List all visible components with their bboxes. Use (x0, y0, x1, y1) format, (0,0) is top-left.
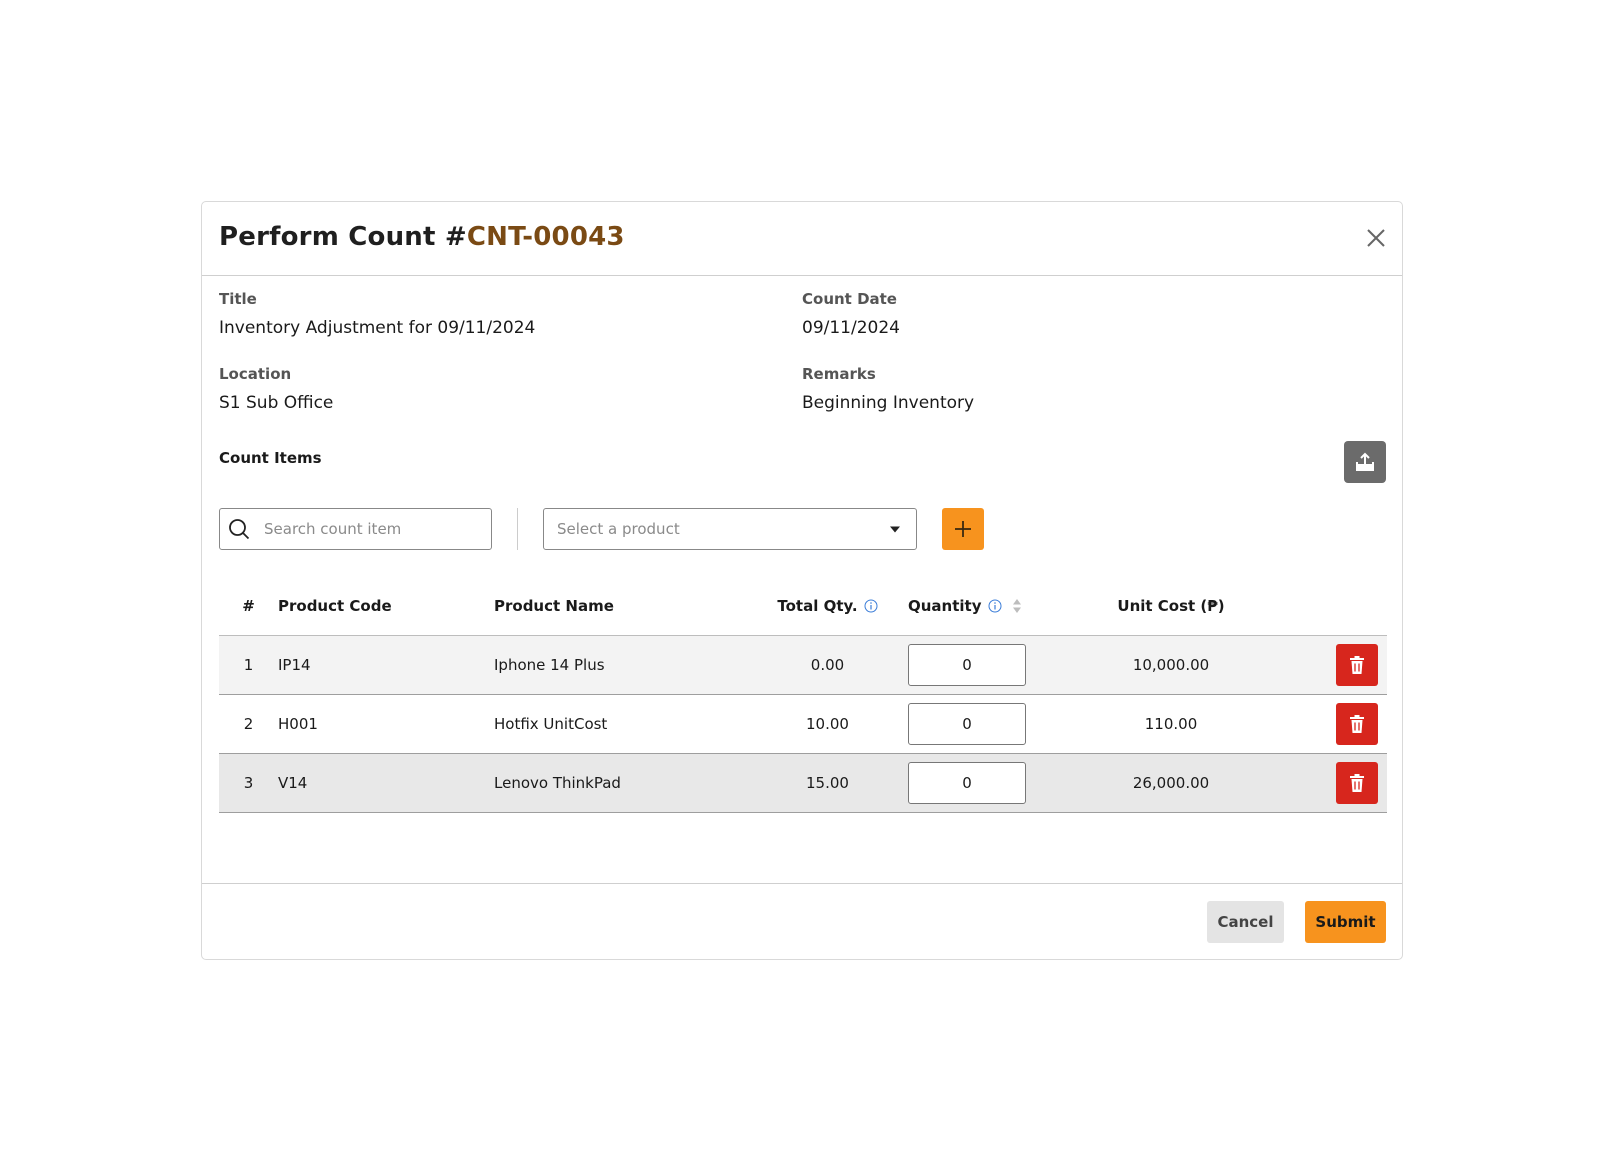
table-row: 3 V14 Lenovo ThinkPad 15.00 26,000.00 (219, 753, 1387, 813)
modal-title-prefix: Perform Count # (219, 222, 467, 252)
delete-row-button[interactable] (1336, 762, 1378, 804)
row-product-name: Lenovo ThinkPad (494, 753, 747, 813)
count-items-title: Count Items (219, 449, 322, 467)
submit-button[interactable]: Submit (1305, 901, 1386, 943)
row-total-qty: 0.00 (747, 635, 908, 695)
table-row: 1 IP14 Iphone 14 Plus 0.00 10,000.00 (219, 635, 1387, 695)
count-date-label: Count Date (802, 290, 897, 308)
col-product-name: Product Name (494, 576, 747, 636)
quantity-input[interactable] (908, 703, 1026, 745)
title-label: Title (219, 290, 257, 308)
count-date-field: Count Date 09/11/2024 (802, 290, 900, 338)
modal-title: Perform Count #CNT-00043 (219, 222, 625, 252)
col-total-qty-label: Total Qty. (777, 596, 858, 615)
location-field: Location S1 Sub Office (219, 365, 333, 413)
col-total-qty: Total Qty. (747, 576, 908, 636)
row-num: 3 (219, 753, 278, 813)
info-icon[interactable] (988, 599, 1002, 613)
col-num: # (219, 576, 278, 636)
row-product-code: V14 (278, 753, 494, 813)
close-icon (1367, 229, 1385, 247)
modal-footer: Cancel Submit (202, 883, 1402, 960)
sort-icon[interactable] (1012, 598, 1022, 614)
product-select[interactable]: Select a product (543, 508, 917, 550)
upload-icon (1356, 452, 1374, 471)
row-total-qty: 10.00 (747, 694, 908, 754)
title-field: Title Inventory Adjustment for 09/11/202… (219, 290, 535, 338)
row-total-qty: 15.00 (747, 753, 908, 813)
remarks-label: Remarks (802, 365, 876, 383)
plus-icon (955, 521, 971, 537)
remarks-field: Remarks Beginning Inventory (802, 365, 974, 413)
search-icon (229, 519, 250, 540)
search-input[interactable] (262, 519, 466, 539)
upload-button[interactable] (1344, 441, 1386, 483)
row-product-code: IP14 (278, 635, 494, 695)
row-quantity-cell (908, 694, 1085, 754)
row-actions (1257, 753, 1387, 813)
location-label: Location (219, 365, 292, 383)
row-product-code: H001 (278, 694, 494, 754)
row-product-name: Hotfix UnitCost (494, 694, 747, 754)
cancel-button[interactable]: Cancel (1207, 901, 1284, 943)
trash-icon (1350, 656, 1364, 674)
info-icon[interactable] (864, 599, 878, 613)
delete-row-button[interactable] (1336, 644, 1378, 686)
row-unit-cost: 10,000.00 (1085, 635, 1257, 695)
row-num: 1 (219, 635, 278, 695)
quantity-input[interactable] (908, 762, 1026, 804)
title-value: Inventory Adjustment for 09/11/2024 (219, 318, 536, 338)
perform-count-modal: Perform Count #CNT-00043 Title Inventory… (201, 201, 1403, 960)
count-items-table: # Product Code Product Name Total Qty. Q… (219, 576, 1387, 813)
count-date-value: 09/11/2024 (802, 318, 900, 338)
remarks-value: Beginning Inventory (802, 393, 975, 413)
row-quantity-cell (908, 635, 1085, 695)
col-quantity: Quantity (908, 576, 1085, 636)
modal-header: Perform Count #CNT-00043 (202, 202, 1402, 276)
row-unit-cost: 26,000.00 (1085, 753, 1257, 813)
add-product-button[interactable] (942, 508, 984, 550)
col-unit-cost: Unit Cost (₱) (1085, 576, 1257, 636)
row-actions (1257, 635, 1387, 695)
col-quantity-label: Quantity (908, 596, 982, 615)
col-product-code: Product Code (278, 576, 494, 636)
product-select-placeholder: Select a product (557, 520, 680, 538)
table-row: 2 H001 Hotfix UnitCost 10.00 110.00 (219, 694, 1387, 754)
row-unit-cost: 110.00 (1085, 694, 1257, 754)
quantity-input[interactable] (908, 644, 1026, 686)
trash-icon (1350, 715, 1364, 733)
delete-row-button[interactable] (1336, 703, 1378, 745)
row-quantity-cell (908, 753, 1085, 813)
table-header-row: # Product Code Product Name Total Qty. Q… (219, 576, 1387, 636)
count-code: CNT-00043 (466, 222, 625, 252)
toolbar-divider (517, 508, 518, 550)
trash-icon (1350, 774, 1364, 792)
row-actions (1257, 694, 1387, 754)
search-count-item[interactable] (219, 508, 492, 550)
caret-down-icon (890, 526, 900, 533)
close-button[interactable] (1364, 226, 1388, 250)
col-actions (1257, 576, 1387, 636)
row-product-name: Iphone 14 Plus (494, 635, 747, 695)
row-num: 2 (219, 694, 278, 754)
location-value: S1 Sub Office (219, 393, 334, 413)
